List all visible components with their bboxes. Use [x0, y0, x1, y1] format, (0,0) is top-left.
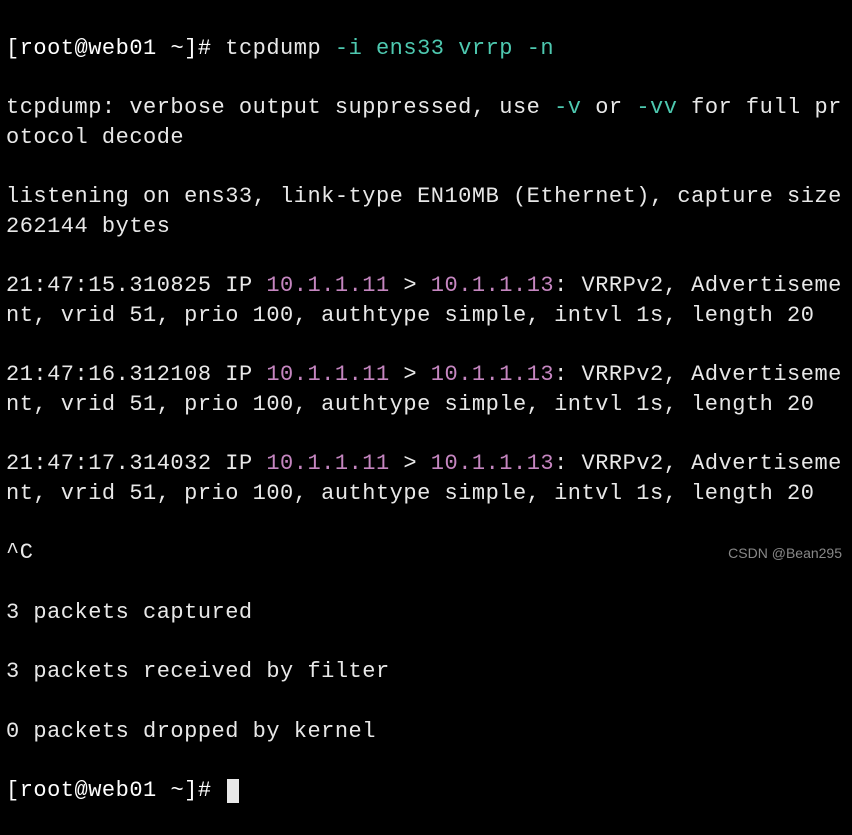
pkt-src: 10.1.1.11 — [266, 451, 389, 476]
packet-line-1: 21:47:16.312108 IP 10.1.1.11 > 10.1.1.13… — [6, 360, 846, 419]
cmd-name: tcpdump — [225, 36, 321, 61]
prompt-host: web01 — [88, 778, 157, 803]
vv-flag: -vv — [636, 95, 677, 120]
suppress-line: tcpdump: verbose output suppressed, use … — [6, 93, 846, 152]
pkt-gt: > — [403, 451, 417, 476]
pkt-src: 10.1.1.11 — [266, 273, 389, 298]
suppress-text-a: tcpdump: verbose output suppressed, use — [6, 95, 554, 120]
prompt-symbol: # — [198, 36, 212, 61]
pkt-ip-label: IP — [225, 362, 252, 387]
cmd-filter: vrrp — [458, 36, 513, 61]
pkt-dst: 10.1.1.13 — [431, 451, 554, 476]
pkt-ts: 21:47:16.312108 — [6, 362, 212, 387]
prompt-symbol: # — [198, 778, 212, 803]
pkt-gt: > — [403, 362, 417, 387]
interrupt-line: ^C — [6, 538, 846, 568]
prompt-line-2[interactable]: [root@web01 ~]# — [6, 776, 846, 806]
pkt-ts: 21:47:15.310825 — [6, 273, 212, 298]
packet-line-2: 21:47:17.314032 IP 10.1.1.11 > 10.1.1.13… — [6, 449, 846, 508]
cmd-flag-n: -n — [527, 36, 554, 61]
cursor-icon — [227, 779, 239, 803]
packet-line-0: 21:47:15.310825 IP 10.1.1.11 > 10.1.1.13… — [6, 271, 846, 330]
pkt-ip-label: IP — [225, 273, 252, 298]
pkt-src: 10.1.1.11 — [266, 362, 389, 387]
summary-captured: 3 packets captured — [6, 598, 846, 628]
watermark-text: CSDN @Bean295 — [728, 544, 842, 563]
prompt-dir: ~ — [170, 36, 184, 61]
pkt-gt: > — [403, 273, 417, 298]
suppress-text-b: or — [582, 95, 637, 120]
pkt-ts: 21:47:17.314032 — [6, 451, 212, 476]
prompt-user: root — [20, 778, 75, 803]
cmd-flag-i: -i — [335, 36, 362, 61]
summary-received: 3 packets received by filter — [6, 657, 846, 687]
summary-dropped: 0 packets dropped by kernel — [6, 717, 846, 747]
listening-line: listening on ens33, link-type EN10MB (Et… — [6, 182, 846, 241]
cmd-iface: ens33 — [376, 36, 445, 61]
prompt-user: root — [20, 36, 75, 61]
terminal-output[interactable]: [root@web01 ~]# tcpdump -i ens33 vrrp -n… — [6, 4, 846, 835]
pkt-dst: 10.1.1.13 — [431, 273, 554, 298]
command-line: [root@web01 ~]# tcpdump -i ens33 vrrp -n — [6, 34, 846, 64]
prompt-host: web01 — [88, 36, 157, 61]
v-flag: -v — [554, 95, 581, 120]
pkt-dst: 10.1.1.13 — [431, 362, 554, 387]
pkt-ip-label: IP — [225, 451, 252, 476]
prompt-dir: ~ — [170, 778, 184, 803]
